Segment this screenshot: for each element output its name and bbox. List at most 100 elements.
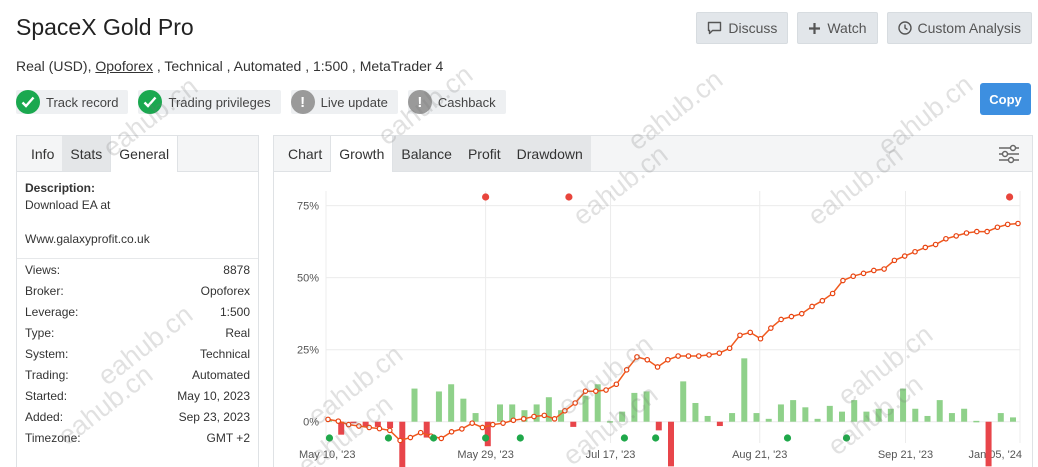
exclamation-icon: ! — [290, 90, 315, 114]
comment-icon — [707, 21, 722, 35]
x-tick-label: Aug 21, '23 — [732, 449, 787, 461]
info-value: 1:500 — [219, 304, 250, 319]
profit-bar — [790, 400, 797, 422]
badge-track-record: Track record — [16, 90, 129, 114]
info-list: Views: 8878 Broker: Opoforex Leverage: 1:50… — [17, 258, 258, 448]
profit-bar — [631, 392, 638, 422]
growth-point — [644, 356, 651, 363]
tab-growth[interactable]: Growth — [330, 136, 394, 172]
growth-line — [327, 222, 1019, 442]
description-label: Description: — [25, 181, 96, 195]
growth-point — [520, 416, 527, 422]
profit-bar — [741, 358, 748, 422]
info-value: 8878 — [223, 262, 250, 277]
profit-bar — [668, 421, 674, 467]
info-row-views: Views: 8878 — [17, 259, 258, 280]
info-tabs: Info Stats General — [17, 136, 258, 172]
growth-point — [994, 224, 1001, 231]
growth-point — [695, 353, 702, 359]
green-marker — [620, 434, 629, 442]
x-tick-label: Jul 17, '23 — [586, 449, 636, 461]
growth-point — [489, 421, 496, 428]
growth-point — [1015, 220, 1021, 227]
green-marker — [482, 434, 490, 442]
y-tick-label: 75% — [297, 201, 319, 213]
tab-general[interactable]: General — [110, 136, 179, 172]
tab-profit[interactable]: Profit — [459, 136, 509, 171]
green-marker — [516, 434, 524, 442]
info-panel: Info Stats General Description: Download… — [16, 135, 259, 467]
growth-point — [912, 248, 918, 255]
profit-bar — [948, 413, 955, 422]
info-value: May 10, 2023 — [177, 388, 250, 403]
growth-point — [479, 424, 486, 431]
copy-button[interactable]: Copy — [980, 83, 1031, 115]
badge-cashback: ! Cashback — [407, 90, 506, 114]
profit-bar — [387, 421, 394, 429]
growth-point — [335, 418, 342, 424]
custom-analysis-button[interactable]: Custom Analysis — [886, 12, 1032, 44]
growth-point — [829, 290, 836, 297]
chart-panel: Chart Growth Balance Profit Drawdown 75%… — [273, 135, 1033, 467]
profit-bar — [826, 405, 833, 422]
info-value: Real — [225, 325, 250, 340]
profit-bar — [350, 421, 357, 424]
growth-point — [613, 381, 620, 388]
profit-bar — [680, 381, 687, 422]
description-line: Www.galaxyprofit.co.uk — [25, 232, 150, 246]
profit-bar — [765, 418, 772, 422]
exclamation-icon: ! — [407, 90, 432, 114]
info-value: Opoforex — [200, 283, 250, 298]
info-label: Started: — [25, 388, 68, 403]
growth-point — [932, 241, 939, 248]
tab-chart[interactable]: Chart — [280, 136, 330, 171]
info-row-started: Started: May 10, 2023 — [17, 385, 258, 406]
badge-label: Trading privileges — [168, 94, 271, 110]
tab-stats[interactable]: Stats — [62, 136, 111, 171]
growth-point — [726, 345, 733, 352]
info-row-trading: Trading: Automated — [17, 364, 258, 385]
profit-bar — [460, 398, 467, 422]
profit-bar — [851, 400, 858, 422]
tab-balance[interactable]: Balance — [393, 136, 460, 171]
discuss-label: Discuss — [728, 20, 778, 36]
growth-point — [551, 416, 558, 422]
info-label: Broker: — [25, 283, 64, 298]
account-subtitle: Real (USD), Opoforex , Technical , Autom… — [16, 58, 443, 74]
info-row-timezone: Timezone: GMT +2 — [17, 427, 258, 448]
growth-chart: 75% 50% 25% 0% May 10, '23 May 29, '23 Jul 17,… — [297, 191, 1022, 467]
growth-point — [603, 387, 609, 393]
profit-bar — [912, 408, 919, 422]
check-icon — [138, 90, 163, 114]
watch-button[interactable]: Watch — [797, 12, 878, 44]
growth-point — [984, 228, 990, 235]
profit-bar — [985, 421, 992, 467]
green-marker — [783, 434, 792, 442]
info-label: Leverage: — [25, 304, 79, 319]
broker-link[interactable]: Opoforex — [95, 58, 153, 74]
plus-icon — [808, 22, 821, 35]
profit-bar — [643, 391, 650, 422]
growth-point — [716, 350, 723, 356]
profit-bar — [814, 418, 821, 422]
green-marker — [652, 434, 660, 442]
profit-bar — [729, 413, 736, 422]
profit-bar — [435, 391, 442, 422]
growth-point — [922, 244, 929, 251]
tab-info[interactable]: Info — [23, 136, 62, 171]
growth-point — [562, 407, 568, 414]
growth-point — [757, 335, 764, 342]
profit-bar — [692, 402, 699, 422]
tab-drawdown[interactable]: Drawdown — [508, 136, 591, 171]
growth-point — [582, 388, 589, 394]
growth-point — [953, 233, 960, 239]
sliders-icon[interactable] — [998, 144, 1020, 169]
profit-bar — [411, 388, 418, 422]
profit-bar — [900, 388, 907, 422]
discuss-button[interactable]: Discuss — [696, 12, 789, 44]
growth-point — [665, 356, 671, 363]
profit-bar — [863, 411, 870, 422]
info-label: Views: — [25, 262, 61, 277]
profit-bar — [924, 415, 931, 422]
growth-point — [531, 413, 537, 420]
